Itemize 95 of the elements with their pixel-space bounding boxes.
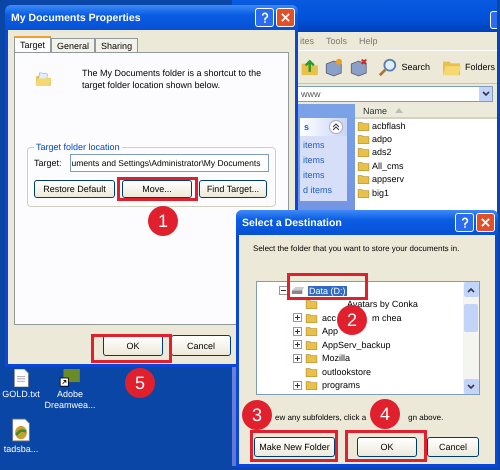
- text-file-icon[interactable]: [12, 369, 30, 387]
- expand-toggle[interactable]: [293, 354, 302, 363]
- tab[interactable]: Sharing: [95, 38, 138, 52]
- tree-item[interactable]: AppServ_backup: [321, 340, 392, 350]
- menu-item[interactable]: ites: [300, 36, 314, 46]
- plus-icon: [294, 328, 301, 335]
- tree-item[interactable]: App: [321, 326, 340, 336]
- plus-icon: [294, 314, 301, 322]
- tab[interactable]: General: [51, 38, 96, 52]
- plus-icon: [294, 354, 301, 362]
- chevron-down-icon: [467, 384, 475, 390]
- folder-icon: [305, 340, 318, 350]
- help-button[interactable]: [255, 8, 274, 27]
- expand-toggle[interactable]: [293, 313, 302, 322]
- hint-text: gn above.: [408, 412, 444, 424]
- window-title: Select a Destination: [242, 216, 342, 228]
- hint-text: ew any subfolders, click a: [275, 412, 366, 424]
- search-icon: [378, 57, 398, 77]
- folders-button[interactable]: Folders: [440, 58, 497, 76]
- file-name[interactable]: big1: [372, 188, 390, 198]
- tree-item[interactable]: acc: [321, 312, 338, 323]
- task-link[interactable]: items: [303, 155, 347, 165]
- dialog-button[interactable]: Cancel: [427, 437, 479, 457]
- close-icon: [281, 13, 290, 22]
- plus-icon: [294, 382, 301, 389]
- dialog-button[interactable]: OK: [103, 335, 163, 356]
- collapse-button[interactable]: [329, 120, 343, 134]
- desktop-icon-label[interactable]: Adobe Dreamwea...: [42, 389, 98, 412]
- task-pane-title: s: [304, 122, 310, 132]
- folder-icon: [305, 299, 318, 310]
- menu-item[interactable]: Help: [359, 36, 378, 46]
- close-button[interactable]: [276, 8, 295, 27]
- group-title: Target folder location: [35, 142, 121, 152]
- file-name[interactable]: acbflash: [372, 120, 406, 131]
- dialog-button[interactable]: Cancel: [171, 335, 231, 356]
- expand-toggle[interactable]: [293, 326, 302, 336]
- expand-toggle[interactable]: [293, 380, 302, 390]
- column-header[interactable]: Name: [355, 104, 497, 119]
- delete-item-icon[interactable]: [348, 56, 368, 78]
- minimize-button[interactable]: [490, 11, 497, 29]
- close-button[interactable]: [476, 213, 495, 232]
- desktop-icon-label[interactable]: GOLD.txt: [2, 389, 40, 400]
- step-number: 5: [125, 368, 155, 398]
- task-link[interactable]: items: [303, 140, 347, 150]
- scrollbar[interactable]: [463, 282, 479, 394]
- tab[interactable]: Target: [14, 36, 52, 52]
- help-icon: [460, 216, 468, 228]
- file-name[interactable]: adpo: [372, 134, 392, 144]
- dropdown-button[interactable]: [479, 87, 492, 101]
- file-name[interactable]: All_cms: [372, 160, 404, 171]
- field-label: Target:: [34, 158, 62, 168]
- chevron-up-icon: [332, 123, 340, 131]
- tree-item[interactable]: m chea: [371, 312, 403, 323]
- dialog-button[interactable]: Restore Default: [34, 180, 115, 198]
- file-name[interactable]: ads2: [372, 147, 392, 158]
- folder-icon: [357, 147, 370, 158]
- task-link[interactable]: d items: [303, 185, 347, 195]
- dialog-button[interactable]: Find Target...: [199, 180, 267, 198]
- plus-icon: [294, 341, 301, 348]
- instruction-text: Select the folder that you want to store your documents in.: [252, 243, 460, 255]
- folder-icon: [305, 312, 318, 323]
- chevron-down-icon: [482, 91, 490, 97]
- folder-icon: [357, 160, 370, 171]
- image-file-icon[interactable]: [11, 418, 31, 442]
- folder-icon: [305, 326, 318, 336]
- dialog-button[interactable]: Make New Folder: [254, 437, 335, 457]
- drive-icon: [291, 286, 305, 296]
- scroll-thumb[interactable]: [464, 304, 478, 332]
- sort-icon: [395, 108, 404, 113]
- folder-icon: [357, 134, 370, 144]
- folder-icon: [305, 366, 318, 377]
- close-icon: [481, 218, 490, 227]
- chevron-up-icon: [467, 286, 475, 292]
- desktop-icon-label[interactable]: tadsba...: [4, 444, 38, 456]
- tree-item[interactable]: outlookstore: [321, 366, 372, 377]
- search-button[interactable]: Search: [376, 57, 432, 77]
- tree-item[interactable]: Mozilla: [321, 353, 352, 364]
- dialog-button[interactable]: Move...: [122, 180, 192, 198]
- task-link[interactable]: items: [303, 170, 347, 180]
- help-icon: [260, 12, 268, 24]
- tree-item[interactable]: programs: [321, 380, 362, 390]
- app-shortcut-icon[interactable]: [59, 369, 81, 387]
- window-title: My Documents Properties: [11, 12, 141, 24]
- folder-icon: [357, 174, 370, 184]
- folder-icon: [357, 188, 370, 198]
- file-name[interactable]: appserv: [372, 174, 404, 184]
- expand-toggle[interactable]: [293, 340, 302, 350]
- help-button[interactable]: [455, 213, 474, 232]
- folder-icon: [305, 380, 318, 390]
- folder-icon: [305, 353, 318, 364]
- dialog-button[interactable]: OK: [357, 437, 417, 457]
- menu-item[interactable]: Tools: [326, 36, 348, 46]
- tree-item[interactable]: Data (D:): [308, 286, 347, 296]
- new-item-icon[interactable]: [324, 56, 344, 78]
- target-field[interactable]: uments and Settings\Administrator\My Documents: [70, 154, 269, 172]
